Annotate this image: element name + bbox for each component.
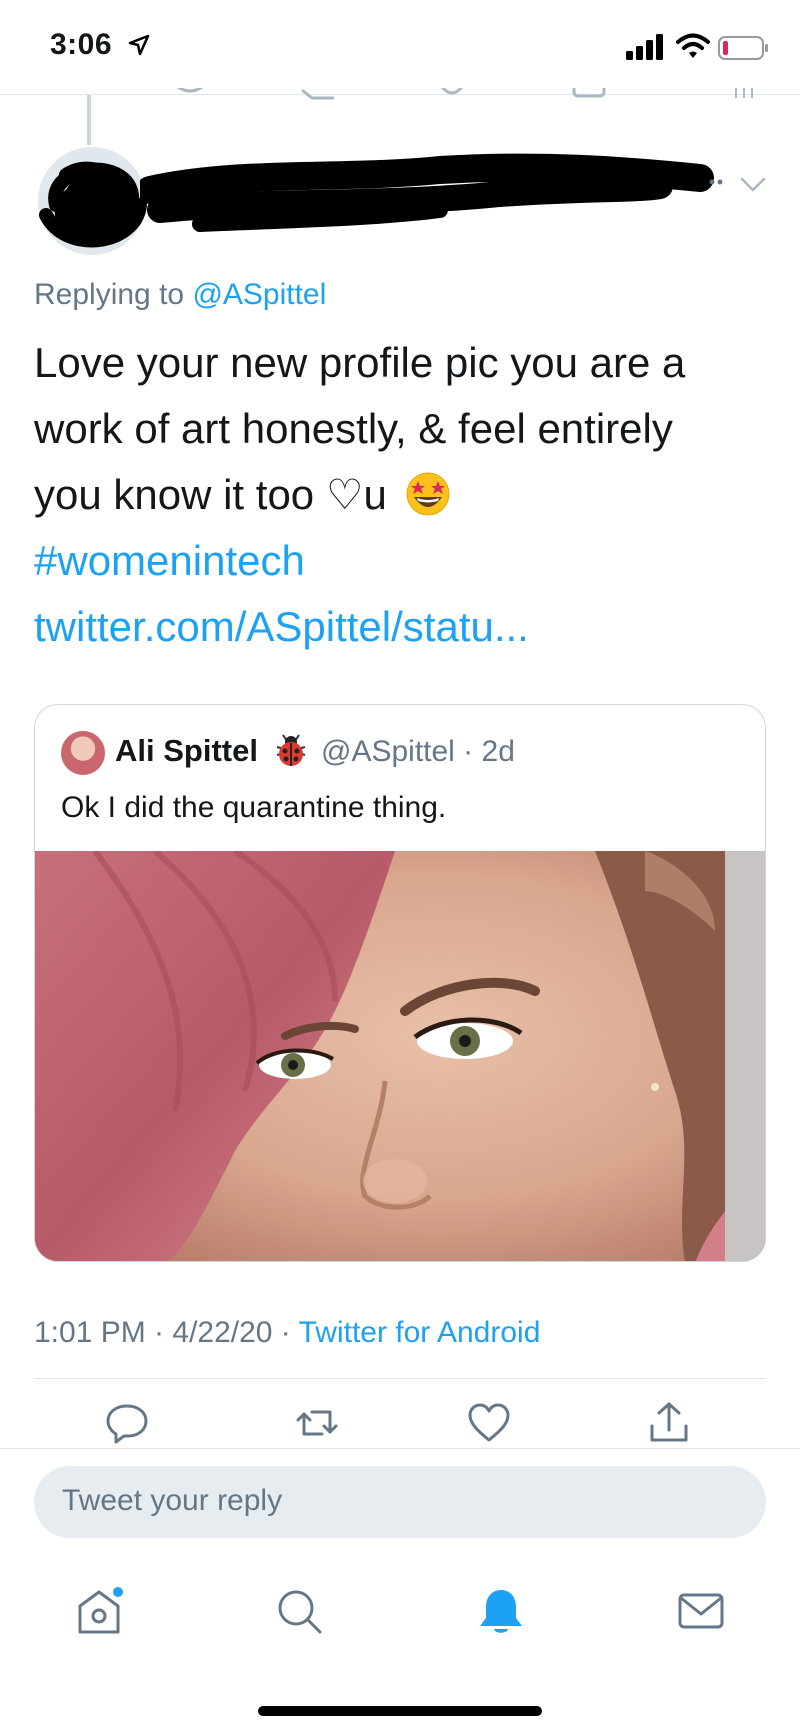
notifications-icon[interactable] bbox=[476, 1586, 526, 1636]
previous-tweet-actions bbox=[176, 88, 753, 100]
redacted-avatar[interactable] bbox=[36, 145, 148, 257]
ladybug-emoji-icon bbox=[276, 734, 306, 766]
reply-icon[interactable] bbox=[104, 1400, 150, 1446]
home-icon[interactable] bbox=[74, 1586, 124, 1636]
tweet-actions bbox=[0, 1400, 800, 1450]
wifi-icon bbox=[676, 33, 710, 58]
reply-input[interactable]: Tweet your reply bbox=[34, 1466, 766, 1538]
share-icon[interactable] bbox=[646, 1400, 692, 1446]
battery-low-icon bbox=[718, 36, 768, 60]
star-struck-emoji-icon bbox=[406, 472, 450, 516]
status-bar: 3:06 bbox=[0, 0, 800, 95]
replying-prefix: Replying to bbox=[34, 278, 193, 311]
reply-placeholder: Tweet your reply bbox=[62, 1484, 283, 1517]
quoted-tweet-card[interactable]: Ali Spittel @ASpittel · 2d Ok I did the … bbox=[34, 704, 766, 1262]
cellular-signal-icon bbox=[626, 34, 663, 60]
tweet-text-line: work of art honestly, & feel entirely bbox=[34, 405, 673, 452]
tweet-url-link[interactable]: twitter.com/ASpittel/statu... bbox=[34, 594, 774, 660]
retweet-icon[interactable] bbox=[294, 1400, 340, 1446]
tweet-client-link[interactable]: Twitter for Android bbox=[299, 1316, 541, 1349]
divider bbox=[0, 1448, 800, 1449]
messages-icon[interactable] bbox=[676, 1586, 726, 1636]
redacted-name bbox=[140, 153, 723, 232]
tweet-timestamp: 1:01 PM · 4/22/20 · Twitter for Android bbox=[34, 1316, 540, 1350]
quoted-tweet-avatar bbox=[61, 731, 105, 775]
replying-to: Replying to @ASpittel bbox=[34, 278, 326, 312]
tweet-datetime: 1:01 PM · 4/22/20 · bbox=[34, 1316, 299, 1349]
quoted-tweet-name: Ali Spittel bbox=[115, 733, 258, 768]
quoted-tweet-photo[interactable] bbox=[35, 851, 766, 1262]
tweet-text-segment: you know it too ♡u bbox=[34, 471, 387, 518]
quoted-tweet-text: Ok I did the quarantine thing. bbox=[61, 791, 447, 824]
search-icon[interactable] bbox=[274, 1586, 324, 1636]
home-indicator[interactable] bbox=[258, 1706, 542, 1716]
tweet-text-line: you know it too ♡u bbox=[34, 462, 774, 528]
divider bbox=[34, 1378, 766, 1379]
location-arrow-icon bbox=[128, 34, 150, 56]
replying-handle-link[interactable]: @ASpittel bbox=[192, 278, 326, 311]
quoted-tweet-meta: @ASpittel · 2d bbox=[321, 735, 515, 768]
tweet-text-line: Love your new profile pic you are a bbox=[34, 339, 686, 386]
chevron-down-icon[interactable] bbox=[740, 176, 766, 194]
hashtag-link[interactable]: #womenintech bbox=[34, 528, 774, 594]
thread-line bbox=[87, 95, 91, 145]
tweet-text: Love your new profile pic you are a work… bbox=[34, 330, 774, 660]
like-icon[interactable] bbox=[466, 1400, 512, 1446]
status-time: 3:06 bbox=[50, 28, 113, 61]
